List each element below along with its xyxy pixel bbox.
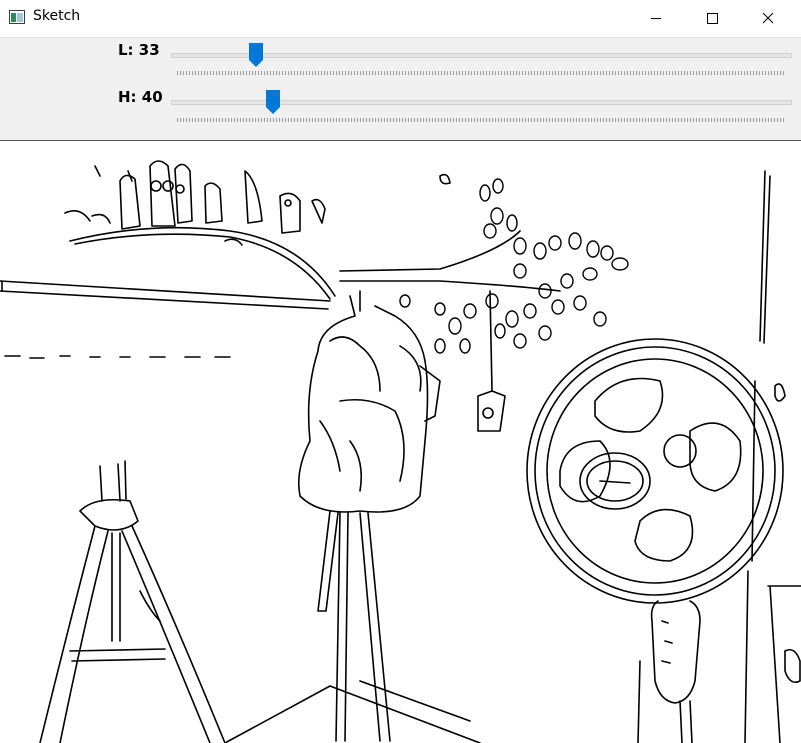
slider-thumb[interactable] (249, 43, 263, 67)
low-threshold-label: L: 33 (118, 41, 160, 59)
low-threshold-slider[interactable] (171, 38, 792, 78)
close-icon (762, 12, 774, 24)
maximize-icon (707, 13, 718, 24)
slider-ticks (177, 71, 785, 75)
app-window-icon (9, 10, 25, 24)
high-threshold-label: H: 40 (118, 88, 163, 106)
slider-track[interactable] (171, 53, 792, 58)
edge-sketch-image (0, 160, 801, 743)
title-bar[interactable]: Sketch (0, 0, 801, 36)
slider-track[interactable] (171, 100, 792, 105)
trackbar-panel: L: 33 H: 40 (0, 37, 801, 141)
maximize-button[interactable] (689, 0, 735, 36)
minimize-button[interactable] (633, 0, 679, 36)
minimize-icon (651, 18, 661, 19)
high-threshold-slider[interactable] (171, 85, 792, 125)
slider-thumb[interactable] (266, 90, 280, 114)
window-title: Sketch (33, 8, 81, 24)
close-button[interactable] (745, 0, 791, 36)
slider-ticks (177, 118, 785, 122)
edge-image-canvas[interactable] (0, 140, 801, 743)
